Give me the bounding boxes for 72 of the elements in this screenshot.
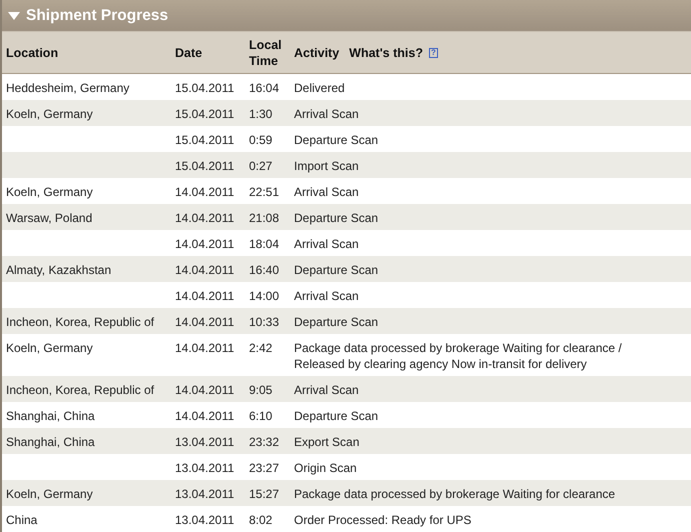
- table-cell-text: Import Scan: [294, 158, 360, 174]
- section-header[interactable]: Shipment Progress: [2, 0, 691, 31]
- help-label: What's this?: [349, 46, 423, 60]
- table-cell-text: 14.04.2011: [175, 340, 236, 357]
- table-cell-text: 23:32: [249, 434, 280, 450]
- table-cell-text: 13.04.2011: [175, 512, 236, 528]
- section-title: Shipment Progress: [26, 6, 168, 24]
- table-cell-text: 14.04.2011: [175, 210, 236, 226]
- table-cell-text: 14.04.2011: [175, 184, 236, 200]
- table-cell-text: 14.04.2011: [175, 314, 236, 330]
- column-header: Local Time: [249, 36, 283, 68]
- table-cell-text: 13.04.2011: [175, 434, 236, 450]
- table-cell-text: 16:40: [249, 262, 280, 278]
- table-cell-text: Package data processed by brokerage Waiting for clearance: [294, 486, 616, 502]
- table-cell-text: Export Scan: [294, 434, 360, 450]
- table-cell-text: Warsaw, Poland: [6, 210, 94, 226]
- table-cell-text: Heddesheim, Germany: [6, 80, 130, 96]
- table-cell-text: Arrival Scan: [294, 382, 360, 398]
- table-cell-text: 0:59: [249, 132, 274, 148]
- table-cell-text: 15.04.2011: [175, 132, 236, 148]
- table-cell-text: Arrival Scan: [294, 184, 360, 200]
- table-cell-text: 23:27: [249, 460, 280, 476]
- table-cell-text: 21:08: [249, 210, 280, 226]
- table-cell-text: 0:27: [249, 158, 274, 174]
- table-cell-text: 2:42: [249, 340, 274, 357]
- table-cell-text: Incheon, Korea, Republic of: [6, 314, 156, 330]
- table-cell-text: Shanghai, China: [6, 408, 96, 424]
- table-cell-text: Koeln, Germany: [6, 340, 94, 357]
- table-cell-text: 1:30: [249, 106, 274, 122]
- table-cell-text: Order Processed: Ready for UPS: [294, 512, 472, 528]
- table-cell-text: 14.04.2011: [175, 288, 236, 304]
- table-cell-text: Departure Scan: [294, 132, 380, 148]
- collapse-triangle-icon: [8, 12, 20, 20]
- table-cell-text: Departure Scan: [294, 314, 380, 330]
- table-cell-text: 10:33: [249, 314, 280, 330]
- table-cell-text: 22:51: [249, 184, 280, 200]
- help-icon[interactable]: ?: [428, 48, 438, 58]
- table-cell-text: Shanghai, China: [6, 434, 96, 450]
- table-cell-text: 13.04.2011: [175, 460, 236, 476]
- table-cell-text: Arrival Scan: [294, 236, 360, 252]
- table-cell-text: 14:00: [249, 288, 280, 304]
- column-header: Activity: [294, 46, 340, 60]
- table-cell-text: Package data processed by brokerage Waiting for clearance / Released by clearing agency Now in-transit for delivery: [294, 340, 623, 372]
- table-cell-text: Delivered: [294, 80, 346, 96]
- table-cell-text: 14.04.2011: [175, 408, 236, 424]
- table-cell-text: 6:10: [249, 408, 274, 424]
- table-cell-text: Koeln, Germany: [6, 184, 94, 200]
- table-cell-text: Koeln, Germany: [6, 106, 94, 122]
- table-cell-text: China: [6, 512, 38, 528]
- table-cell-text: 13.04.2011: [175, 486, 236, 502]
- table-cell-text: 14.04.2011: [175, 382, 236, 398]
- table-cell-text: 9:05: [249, 382, 274, 398]
- table-cell-text: 14.04.2011: [175, 262, 236, 278]
- table-cell-text: Departure Scan: [294, 262, 380, 278]
- table-cell-text: 15.04.2011: [175, 106, 236, 122]
- table-cell-text: 15:27: [249, 486, 280, 502]
- table-cell-text: Arrival Scan: [294, 288, 360, 304]
- column-header: Location: [6, 46, 60, 60]
- table-cell-text: 8:02: [249, 512, 274, 528]
- table-cell-text: 15.04.2011: [175, 80, 236, 96]
- table-cell-text: Incheon, Korea, Republic of: [6, 382, 156, 398]
- table-cell-text: 18:04: [249, 236, 280, 252]
- table-cell-text: 15.04.2011: [175, 158, 236, 174]
- table-cell-text: 14.04.2011: [175, 236, 236, 252]
- table-cell-text: Arrival Scan: [294, 106, 360, 122]
- table-cell-text: Departure Scan: [294, 210, 380, 226]
- table-cell-text: Almaty, Kazakhstan: [6, 262, 112, 278]
- column-header: Date: [175, 46, 204, 60]
- table-cell-text: Departure Scan: [294, 408, 380, 424]
- table-cell-text: Koeln, Germany: [6, 486, 94, 502]
- table-cell-text: 16:04: [249, 80, 280, 96]
- table-cell-text: Origin Scan: [294, 460, 358, 476]
